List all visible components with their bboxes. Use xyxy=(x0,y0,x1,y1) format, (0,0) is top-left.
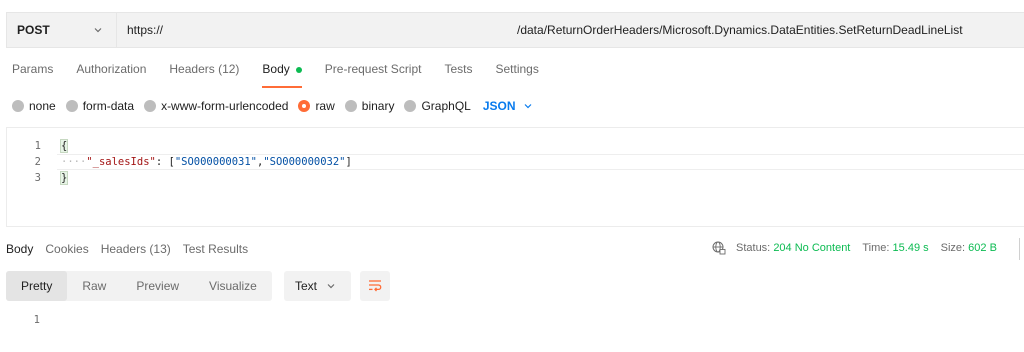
body-type-urlencoded[interactable]: x-www-form-urlencoded xyxy=(144,99,288,113)
active-tab-underline xyxy=(262,86,302,88)
tab-label: Headers (12) xyxy=(169,62,240,76)
view-pretty-button[interactable]: Pretty xyxy=(6,271,68,301)
line-number: 2 xyxy=(34,156,41,168)
body-type-none[interactable]: none xyxy=(12,99,56,113)
tab-label: Authorization xyxy=(76,62,147,76)
json-punctuation: ] xyxy=(345,156,352,168)
code-line: 1 { xyxy=(7,138,69,154)
view-preview-button[interactable]: Preview xyxy=(121,271,194,301)
language-label: JSON xyxy=(482,99,516,113)
tab-tests[interactable]: Tests xyxy=(444,62,472,84)
format-label: Text xyxy=(295,279,318,293)
tab-label: Tests xyxy=(444,62,473,76)
chevron-down-icon xyxy=(327,284,335,289)
code-line: 3 } xyxy=(7,170,69,186)
view-mode-group: Pretty Raw Preview Visualize xyxy=(6,271,272,301)
radio-label: x-www-form-urlencoded xyxy=(161,99,289,113)
tab-test-results[interactable]: Test Results xyxy=(183,242,248,258)
tab-response-body[interactable]: Body xyxy=(6,242,33,258)
request-body-editor[interactable]: 1 { 2 ····"_salesIds": ["SO000000031","S… xyxy=(6,127,1024,227)
indent-dots: ···· xyxy=(61,156,87,168)
json-key: "_salesIds" xyxy=(86,156,156,168)
view-raw-button[interactable]: Raw xyxy=(67,271,121,301)
wrap-lines-button[interactable] xyxy=(360,271,390,301)
globe-network-icon[interactable] xyxy=(712,241,726,255)
size-label: Size: xyxy=(940,242,966,254)
time-value[interactable]: 15.49 s xyxy=(893,242,929,254)
close-brace: } xyxy=(59,171,69,185)
tab-label: Pre-request Script xyxy=(324,62,422,76)
radio-label: raw xyxy=(315,99,335,113)
language-select[interactable]: JSON xyxy=(483,99,532,113)
radio-label: binary xyxy=(361,99,395,113)
time-label: Time: xyxy=(862,242,890,254)
body-type-binary[interactable]: binary xyxy=(344,99,395,113)
line-number: 1 xyxy=(34,140,41,152)
response-line-number: 1 xyxy=(33,314,40,326)
tab-response-headers[interactable]: Headers (13) xyxy=(101,242,171,258)
tab-label: Params xyxy=(12,62,54,76)
json-punctuation: : [ xyxy=(155,156,175,168)
method-label: POST xyxy=(17,23,50,37)
radio-label: GraphQL xyxy=(421,99,471,113)
request-tabs: Params Authorization Headers (12) Body P… xyxy=(12,62,562,88)
tab-authorization[interactable]: Authorization xyxy=(76,62,146,84)
code-text: ····"_salesIds": ["SO000000031","SO00000… xyxy=(61,156,352,168)
status-label: Status: xyxy=(736,242,771,254)
radio-icon xyxy=(344,100,357,112)
json-string: "SO000000032" xyxy=(263,156,346,168)
code-text: } xyxy=(59,171,69,185)
radio-icon xyxy=(144,100,157,112)
radio-icon xyxy=(12,100,24,112)
radio-icon xyxy=(65,100,78,112)
view-visualize-button[interactable]: Visualize xyxy=(194,271,272,301)
tab-body[interactable]: Body xyxy=(262,62,302,88)
code-text: { xyxy=(59,139,69,153)
line-number: 3 xyxy=(34,172,41,184)
url-prefix: https:// xyxy=(127,23,164,37)
tab-settings[interactable]: Settings xyxy=(496,62,539,84)
chevron-down-icon xyxy=(524,104,531,109)
radio-icon xyxy=(404,100,417,112)
radio-label: form-data xyxy=(82,99,135,113)
body-type-raw[interactable]: raw xyxy=(298,99,335,113)
response-tabs: Body Cookies Headers (13) Test Results xyxy=(6,242,260,258)
response-status: Status: 204 No Content Time: 15.49 s Siz… xyxy=(712,241,997,255)
radio-label: none xyxy=(29,99,56,113)
tab-pre-request-script[interactable]: Pre-request Script xyxy=(325,62,422,84)
url-path: /data/ReturnOrderHeaders/Microsoft.Dynam… xyxy=(517,23,963,37)
tab-headers[interactable]: Headers (12) xyxy=(169,62,239,84)
json-string: "SO000000031" xyxy=(174,156,257,168)
open-brace: { xyxy=(59,139,69,153)
modified-dot-icon xyxy=(295,66,302,73)
url-bar: POST https:// /data/ReturnOrderHeaders/M… xyxy=(6,12,1024,48)
tab-cookies[interactable]: Cookies xyxy=(45,242,88,258)
method-select[interactable]: POST xyxy=(7,13,117,47)
wrap-lines-icon xyxy=(369,280,382,292)
url-input[interactable]: https:// /data/ReturnOrderHeaders/Micros… xyxy=(117,13,1024,47)
body-type-options: none form-data x-www-form-urlencoded raw… xyxy=(12,98,532,114)
status-value[interactable]: 204 No Content xyxy=(773,242,850,254)
size-value[interactable]: 602 B xyxy=(968,242,997,254)
divider xyxy=(1019,238,1020,260)
tab-label: Body xyxy=(262,62,290,76)
tab-params[interactable]: Params xyxy=(12,62,53,84)
format-select[interactable]: Text xyxy=(284,271,351,301)
tab-label: Settings xyxy=(495,62,539,76)
code-line: 2 ····"_salesIds": ["SO000000031","SO000… xyxy=(7,154,352,170)
body-type-form-data[interactable]: form-data xyxy=(65,99,135,113)
radio-selected-icon xyxy=(298,100,311,112)
chevron-down-icon xyxy=(94,28,102,33)
body-type-graphql[interactable]: GraphQL xyxy=(404,99,471,113)
